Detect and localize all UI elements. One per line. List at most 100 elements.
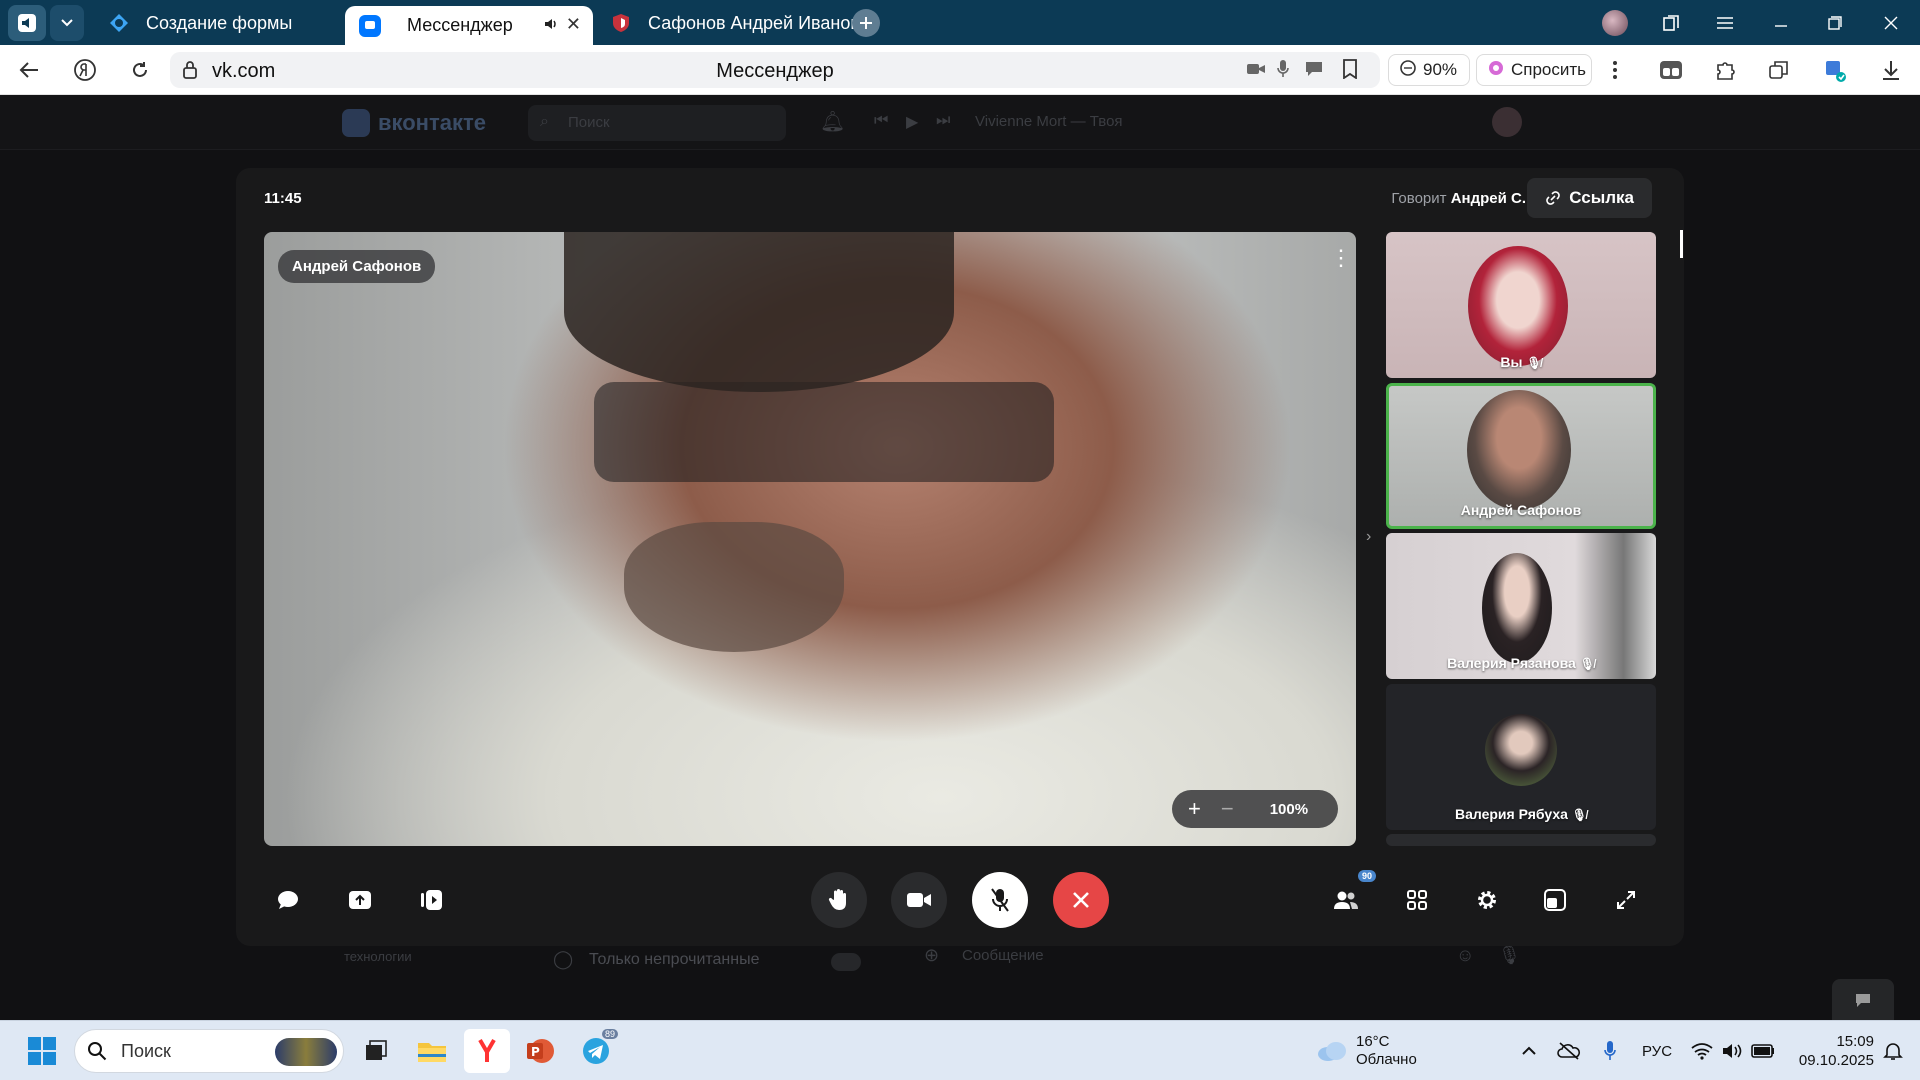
clock[interactable]: 15:09 09.10.2025 <box>1790 1029 1874 1073</box>
emoji-icon[interactable]: ☺ <box>1456 945 1474 966</box>
cloud-sync-off-icon[interactable] <box>1554 1029 1584 1073</box>
settings-button[interactable] <box>1459 872 1515 928</box>
participant-video <box>1482 553 1552 663</box>
fullscreen-button[interactable] <box>1598 872 1654 928</box>
task-view-icon[interactable] <box>356 1029 396 1073</box>
ask-alice-button[interactable]: Спросить <box>1476 54 1592 86</box>
reader-icon[interactable] <box>1304 60 1324 83</box>
sound-icon[interactable] <box>8 5 46 41</box>
minimize-call-button[interactable] <box>1527 872 1583 928</box>
taskbar-search-placeholder: Поиск <box>121 1040 171 1061</box>
battery-icon[interactable] <box>1750 1029 1776 1073</box>
share-screen-button[interactable] <box>332 872 388 928</box>
chat-button[interactable] <box>260 872 316 928</box>
taskbar-search[interactable]: Поиск <box>74 1029 344 1073</box>
cloud-icon <box>1318 1042 1346 1061</box>
grid-view-button[interactable] <box>1389 872 1445 928</box>
translate-icon[interactable] <box>1820 55 1850 85</box>
extensions-icon[interactable] <box>1710 55 1740 85</box>
raise-hand-button[interactable] <box>811 872 867 928</box>
search-highlight-image <box>275 1038 337 1066</box>
user-avatar[interactable] <box>1492 107 1522 137</box>
bookmark-icon[interactable] <box>1342 59 1358 84</box>
tab-label: Сафонов Андрей Иванов <box>648 12 860 33</box>
camera-permission-icon[interactable] <box>1246 61 1266 82</box>
play-icon[interactable]: ▶︎ <box>906 112 918 132</box>
wifi-icon[interactable] <box>1690 1029 1714 1073</box>
tab-profile[interactable]: Сафонов Андрей Иванов <box>608 5 866 41</box>
telegram-icon[interactable]: 89 <box>574 1029 618 1073</box>
url-field[interactable]: vk.com Мессенджер <box>170 52 1380 88</box>
message-placeholder: Сообщение <box>962 947 1044 964</box>
vk-search-input[interactable]: ⌕ Поиск <box>528 105 786 141</box>
show-hidden-icons[interactable] <box>1516 1029 1542 1073</box>
add-icon[interactable]: ⊕ <box>924 945 939 966</box>
profile-avatar[interactable] <box>1602 10 1628 36</box>
vk-icon <box>342 109 370 137</box>
participant-tile-partial[interactable] <box>1386 834 1656 846</box>
file-explorer-icon[interactable] <box>410 1029 454 1073</box>
restore-icon[interactable] <box>1812 8 1858 38</box>
notifications-icon[interactable] <box>1878 1029 1908 1073</box>
main-video-feed[interactable]: Андрей Сафонов ⋮ + − 100% <box>264 232 1356 846</box>
start-button[interactable] <box>20 1029 64 1073</box>
tabs-dropdown-icon[interactable] <box>50 5 84 41</box>
menu-icon[interactable] <box>1702 8 1748 38</box>
tab-messenger[interactable]: Мессенджер ✕ <box>345 6 593 45</box>
download-icon[interactable] <box>1876 55 1906 85</box>
unread-toggle[interactable] <box>831 953 861 971</box>
url-text: vk.com <box>212 60 276 82</box>
participants-button[interactable]: 90 <box>1318 870 1376 928</box>
more-options-icon[interactable] <box>1600 55 1630 85</box>
video-more-icon[interactable]: ⋮ <box>1330 247 1352 270</box>
mic-tray-icon[interactable] <box>1598 1029 1622 1073</box>
mic-permission-icon[interactable] <box>1276 59 1290 84</box>
collapse-panel-icon[interactable]: › <box>1366 528 1378 545</box>
volume-icon[interactable] <box>1720 1029 1744 1073</box>
participant-tile[interactable]: Валерия Рязанова 🎙︎̸ <box>1386 533 1656 679</box>
weather-widget[interactable]: 16°C Облачно <box>1316 1029 1426 1073</box>
tab-close-icon[interactable]: ✕ <box>566 14 581 35</box>
back-icon[interactable] <box>14 55 44 85</box>
now-playing[interactable]: Vivienne Mort — Твоя <box>975 113 1123 130</box>
close-window-icon[interactable] <box>1868 8 1914 38</box>
new-tab-button[interactable] <box>852 9 880 37</box>
participants-scrollbar[interactable] <box>1680 230 1683 258</box>
unread-filter[interactable]: ◯ Только непрочитанные <box>531 943 871 983</box>
video-zoom-value: 100% <box>1269 800 1309 818</box>
minimize-icon[interactable] <box>1758 8 1804 38</box>
prev-track-icon[interactable]: ⏮︎ <box>874 112 888 130</box>
vk-logo-text: вконтакте <box>378 110 487 135</box>
end-call-icon <box>1073 892 1089 908</box>
zoom-in-icon[interactable]: + <box>1188 796 1201 822</box>
yandex-browser-icon[interactable] <box>464 1029 510 1073</box>
zoom-out-icon[interactable]: − <box>1221 796 1234 822</box>
broadcast-button[interactable] <box>404 872 460 928</box>
reload-icon[interactable] <box>125 55 155 85</box>
participant-tile[interactable]: Вы 🎙︎̸ <box>1386 232 1656 378</box>
voice-icon[interactable]: 🎙︎ <box>1498 945 1521 966</box>
powerpoint-icon[interactable]: P <box>518 1029 562 1073</box>
bell-icon[interactable]: 🔔︎ <box>820 109 845 134</box>
copy-link-button[interactable]: Ссылка <box>1527 178 1652 218</box>
unread-filter-label: Только непрочитанные <box>589 951 760 968</box>
tab-groups-icon[interactable] <box>1656 55 1686 85</box>
microphone-button[interactable] <box>972 872 1028 928</box>
camera-button[interactable] <box>891 872 947 928</box>
yandex-icon[interactable] <box>70 55 100 85</box>
collections-icon[interactable] <box>1648 8 1694 38</box>
windows-taskbar: Поиск P 89 16°C Облачно РУС 15:09 09.10.… <box>0 1020 1920 1080</box>
zoom-button[interactable]: 90% <box>1388 54 1470 86</box>
tab-form[interactable]: Создание формы <box>100 5 335 41</box>
language-indicator[interactable]: РУС <box>1642 1043 1672 1060</box>
vk-logo[interactable]: вконтакте <box>342 109 486 137</box>
floating-chat-button[interactable] <box>1832 979 1894 1021</box>
end-call-button[interactable] <box>1053 872 1109 928</box>
participant-name: Валерия Рязанова 🎙︎̸ <box>1447 655 1595 671</box>
participant-tile[interactable]: Валерия Рябуха 🎙︎̸ <box>1386 684 1656 830</box>
collections-icon[interactable] <box>1764 55 1794 85</box>
participant-tile-active[interactable]: Андрей Сафонов <box>1386 383 1656 529</box>
tab-audio-icon[interactable] <box>543 16 559 37</box>
next-track-icon[interactable]: ⏭︎ <box>936 112 950 130</box>
page-title: Мессенджер <box>716 60 834 82</box>
